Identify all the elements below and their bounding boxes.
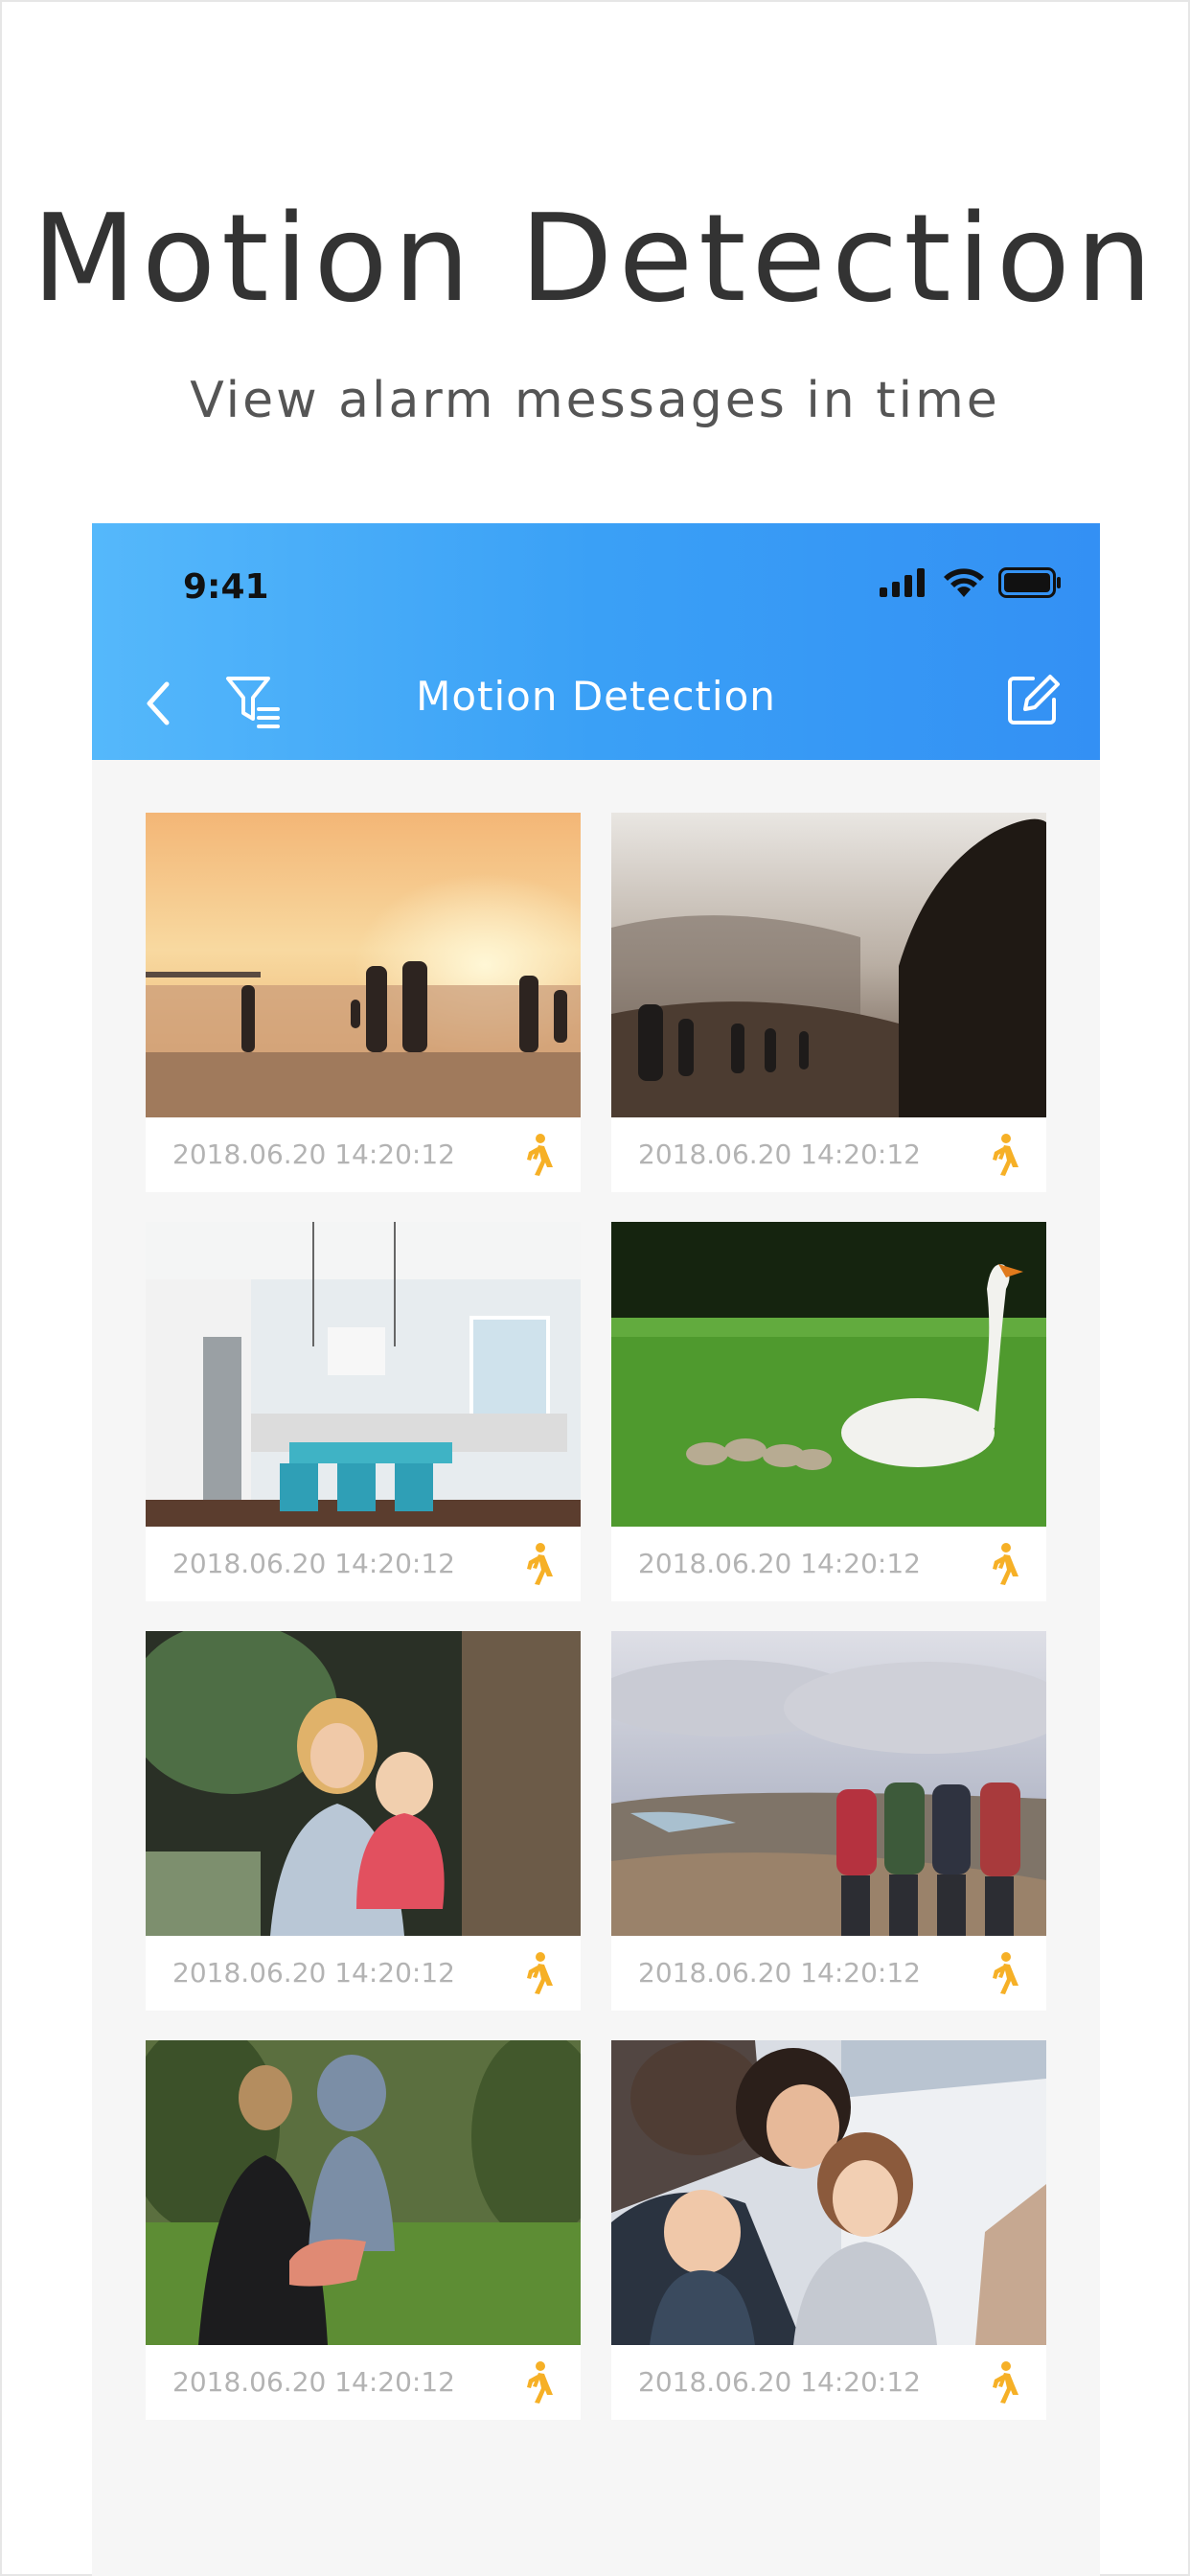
event-card[interactable]: 2018.06.20 14:20:12 <box>611 813 1046 1192</box>
motion-walk-icon <box>527 2361 553 2404</box>
event-timestamp: 2018.06.20 14:20:12 <box>172 1957 455 1989</box>
edit-icon[interactable] <box>1004 671 1062 728</box>
motion-walk-icon <box>527 1543 553 1585</box>
event-card[interactable]: 2018.06.20 14:20:12 <box>611 2040 1046 2420</box>
event-thumbnail-parent-carrying-child[interactable] <box>146 2040 581 2345</box>
event-thumbnail-beach-sunset[interactable] <box>146 813 581 1117</box>
nav-title: Motion Detection <box>416 673 776 720</box>
event-timestamp: 2018.06.20 14:20:12 <box>638 1957 921 1989</box>
motion-walk-icon <box>993 2361 1018 2404</box>
event-timestamp: 2018.06.20 14:20:12 <box>638 1548 921 1579</box>
wifi-icon <box>944 568 984 597</box>
event-card[interactable]: 2018.06.20 14:20:12 <box>611 1631 1046 2011</box>
event-thumbnail-family-in-snow[interactable] <box>611 2040 1046 2345</box>
motion-walk-icon <box>993 1134 1018 1176</box>
event-card[interactable]: 2018.06.20 14:20:12 <box>146 1222 581 1601</box>
event-thumbnail-swan-and-cygnets[interactable] <box>611 1222 1046 1527</box>
signal-icon <box>880 568 925 597</box>
motion-walk-icon <box>527 1952 553 1994</box>
promo-title: Motion Detection <box>32 188 1158 329</box>
event-timestamp: 2018.06.20 14:20:12 <box>638 1138 921 1170</box>
event-thumbnail-hikers-overlook[interactable] <box>611 1631 1046 1936</box>
app-header: 9:41 Motion Detection <box>92 523 1100 760</box>
event-timestamp: 2018.06.20 14:20:12 <box>172 1138 455 1170</box>
motion-walk-icon <box>527 1134 553 1176</box>
status-icons <box>880 567 1062 598</box>
phone-screen: 9:41 Motion Detection 2018.06.20 14:20:1… <box>92 523 1100 2576</box>
event-card[interactable]: 2018.06.20 14:20:12 <box>146 813 581 1192</box>
event-thumbnail-hillside-hikers[interactable] <box>611 813 1046 1117</box>
event-timestamp: 2018.06.20 14:20:12 <box>172 1548 455 1579</box>
status-time: 9:41 <box>183 567 269 607</box>
motion-walk-icon <box>993 1543 1018 1585</box>
event-thumbnail-kitchen[interactable] <box>146 1222 581 1527</box>
event-thumbnail-mother-and-baby[interactable] <box>146 1631 581 1936</box>
motion-walk-icon <box>993 1952 1018 1994</box>
battery-icon <box>998 567 1061 598</box>
event-card[interactable]: 2018.06.20 14:20:12 <box>146 2040 581 2420</box>
event-card[interactable]: 2018.06.20 14:20:12 <box>146 1631 581 2011</box>
promo-subtitle: View alarm messages in time <box>190 372 1000 429</box>
event-timestamp: 2018.06.20 14:20:12 <box>172 2366 455 2398</box>
event-card[interactable]: 2018.06.20 14:20:12 <box>611 1222 1046 1601</box>
event-timestamp: 2018.06.20 14:20:12 <box>638 2366 921 2398</box>
